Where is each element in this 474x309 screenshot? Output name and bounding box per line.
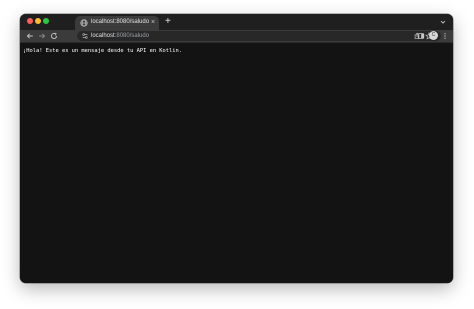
tab-title: localhost:8080/saludo bbox=[91, 19, 150, 25]
forward-arrow-icon[interactable] bbox=[38, 32, 46, 40]
window-close-button[interactable] bbox=[27, 18, 33, 24]
tab-active[interactable]: localhost:8080/saludo × bbox=[75, 16, 159, 30]
tab-close-button[interactable]: × bbox=[151, 18, 155, 27]
api-response-text: ¡Hola! Este es un mensaje desde tu API e… bbox=[23, 48, 183, 54]
browser-toolbar: localhost:8080/saludo C bbox=[20, 30, 453, 42]
page-content: ¡Hola! Este es un mensaje desde tu API e… bbox=[20, 43, 453, 283]
address-bar[interactable]: localhost:8080/saludo bbox=[77, 31, 441, 41]
browser-window: localhost:8080/saludo × + localhost:8080… bbox=[20, 14, 453, 283]
window-zoom-button[interactable] bbox=[43, 18, 49, 24]
side-panel-icon[interactable] bbox=[417, 32, 425, 40]
url-path: :8080/saludo bbox=[114, 33, 150, 39]
reload-icon[interactable] bbox=[50, 32, 58, 40]
back-arrow-icon[interactable] bbox=[26, 32, 34, 40]
tab-strip: localhost:8080/saludo × + bbox=[20, 14, 453, 30]
url-host: localhost bbox=[91, 33, 115, 39]
chevron-down-icon[interactable] bbox=[439, 18, 447, 26]
kebab-menu-icon[interactable] bbox=[441, 32, 449, 40]
window-minimize-button[interactable] bbox=[35, 18, 41, 24]
new-tab-button[interactable]: + bbox=[165, 16, 171, 27]
site-info-icon[interactable] bbox=[81, 32, 89, 40]
url-text: localhost:8080/saludo bbox=[91, 32, 149, 40]
globe-icon bbox=[80, 19, 88, 27]
profile-avatar[interactable]: C bbox=[429, 31, 438, 40]
